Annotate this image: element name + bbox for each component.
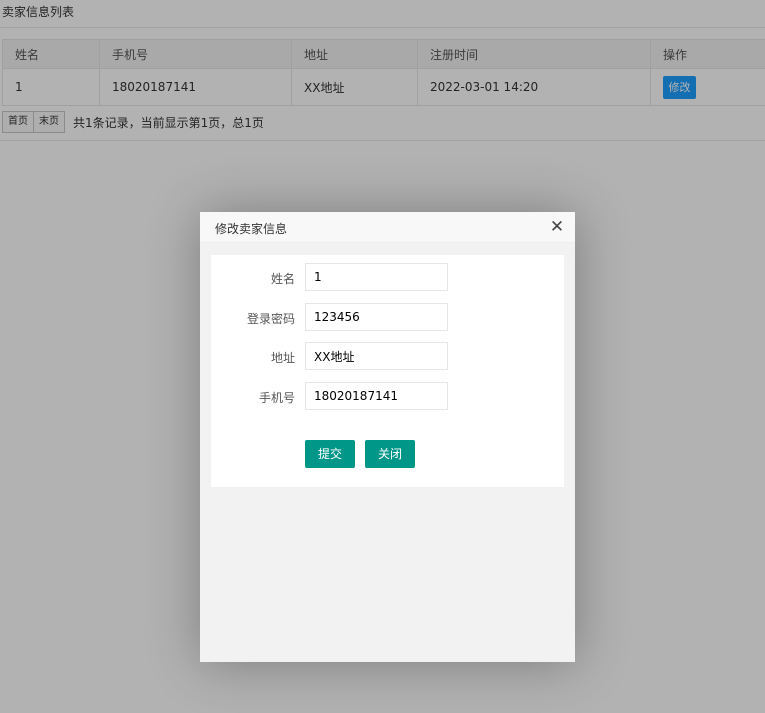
form-row-address: 地址 (211, 342, 564, 370)
form-row-password: 登录密码 (211, 303, 564, 331)
form-actions: 提交 关闭 (305, 440, 425, 468)
name-field[interactable] (305, 263, 448, 291)
dialog-title: 修改卖家信息 (215, 222, 288, 236)
form-row-phone: 手机号 (211, 382, 564, 410)
address-field[interactable] (305, 342, 448, 370)
password-field[interactable] (305, 303, 448, 331)
close-button[interactable]: 关闭 (365, 440, 416, 468)
form-row-name: 姓名 (211, 263, 564, 291)
submit-button[interactable]: 提交 (305, 440, 356, 468)
dialog-header: 修改卖家信息 ✕ (200, 212, 575, 243)
close-icon[interactable]: ✕ (549, 218, 565, 236)
edit-form: 姓名 登录密码 地址 手机号 提交 关闭 (211, 255, 564, 487)
address-label: 地址 (270, 351, 295, 365)
edit-seller-dialog: 修改卖家信息 ✕ 姓名 登录密码 地址 手机号 提交 关闭 (200, 212, 575, 662)
name-label: 姓名 (270, 272, 295, 286)
phone-label: 手机号 (258, 391, 295, 405)
password-label: 登录密码 (246, 312, 295, 326)
phone-field[interactable] (305, 382, 448, 410)
